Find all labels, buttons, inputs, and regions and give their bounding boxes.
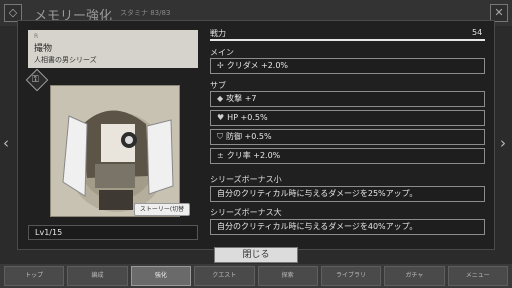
- nav-item-menu[interactable]: メニュー: [447, 266, 508, 286]
- series-large-label: シリーズボーナス大: [210, 208, 282, 217]
- series-small-label: シリーズボーナス小: [210, 175, 282, 184]
- close-button[interactable]: 閉じる: [214, 247, 298, 263]
- card-series: 人相書の男シリーズ: [34, 56, 97, 64]
- card-portrait: [50, 85, 180, 217]
- nav-item-top[interactable]: トップ: [4, 266, 65, 286]
- nav-item-gacha[interactable]: ガチャ: [384, 266, 445, 286]
- bottom-nav: トップ 編成 強化 クエスト 探索 ライブラリ ガチャ メニュー: [0, 264, 512, 288]
- power-label: 戦力: [210, 29, 226, 38]
- story-toggle-button[interactable]: ストーリー(切替: [134, 203, 190, 216]
- main-stat-text: クリダメ +2.0%: [226, 61, 289, 70]
- sub-stat-text: 防御 +0.5%: [226, 132, 272, 141]
- nav-item-quest[interactable]: クエスト: [194, 266, 255, 286]
- nav-item-library[interactable]: ライブラリ: [320, 266, 382, 286]
- series-large-text: 自分のクリティカル時に与えるダメージを40%アップ。: [217, 222, 418, 231]
- sub-stat-row: ± クリ率 +2.0%: [210, 148, 485, 164]
- power-bar: [210, 39, 485, 41]
- portrait-illustration: [62, 110, 174, 212]
- shield-icon: ⛉: [217, 132, 223, 141]
- lock-icon: ⚿: [32, 75, 39, 85]
- level-display: Lv1/15: [28, 225, 198, 240]
- sub-stat-row: ◆ 攻撃 +7: [210, 91, 485, 107]
- card-info-box: R 撮物 人相書の男シリーズ: [28, 30, 198, 68]
- attack-icon: ◆: [217, 94, 224, 103]
- series-small-row: 自分のクリティカル時に与えるダメージを25%アップ。: [210, 186, 485, 202]
- sub-stat-label: サブ: [210, 81, 226, 90]
- background-stamina: スタミナ 83/83: [120, 9, 171, 17]
- sparkle-icon: ✢: [217, 61, 224, 70]
- sub-stat-row: ⛉ 防御 +0.5%: [210, 129, 485, 145]
- series-large-row: 自分のクリティカル時に与えるダメージを40%アップ。: [210, 219, 485, 235]
- heart-icon: ♥: [217, 113, 225, 122]
- right-arrow-icon[interactable]: ›: [500, 134, 506, 152]
- main-stat-row: ✢ クリダメ +2.0%: [210, 58, 485, 74]
- sub-stat-text: クリ率 +2.0%: [226, 151, 281, 160]
- crit-icon: ±: [217, 151, 224, 160]
- card-name: 撮物: [34, 44, 53, 54]
- main-stat-label: メイン: [210, 48, 234, 57]
- left-arrow-icon[interactable]: ‹: [3, 134, 9, 152]
- power-value: 54: [472, 28, 483, 37]
- nav-item-explore[interactable]: 探索: [257, 266, 318, 286]
- sub-stat-row: ♥ HP +0.5%: [210, 110, 485, 126]
- sub-stat-text: HP +0.5%: [227, 113, 268, 122]
- nav-item-formation[interactable]: 編成: [67, 266, 128, 286]
- nav-item-enhance[interactable]: 強化: [130, 266, 192, 286]
- series-small-text: 自分のクリティカル時に与えるダメージを25%アップ。: [217, 189, 418, 198]
- sub-stat-text: 攻撃 +7: [226, 94, 257, 103]
- card-rarity: R: [34, 33, 39, 40]
